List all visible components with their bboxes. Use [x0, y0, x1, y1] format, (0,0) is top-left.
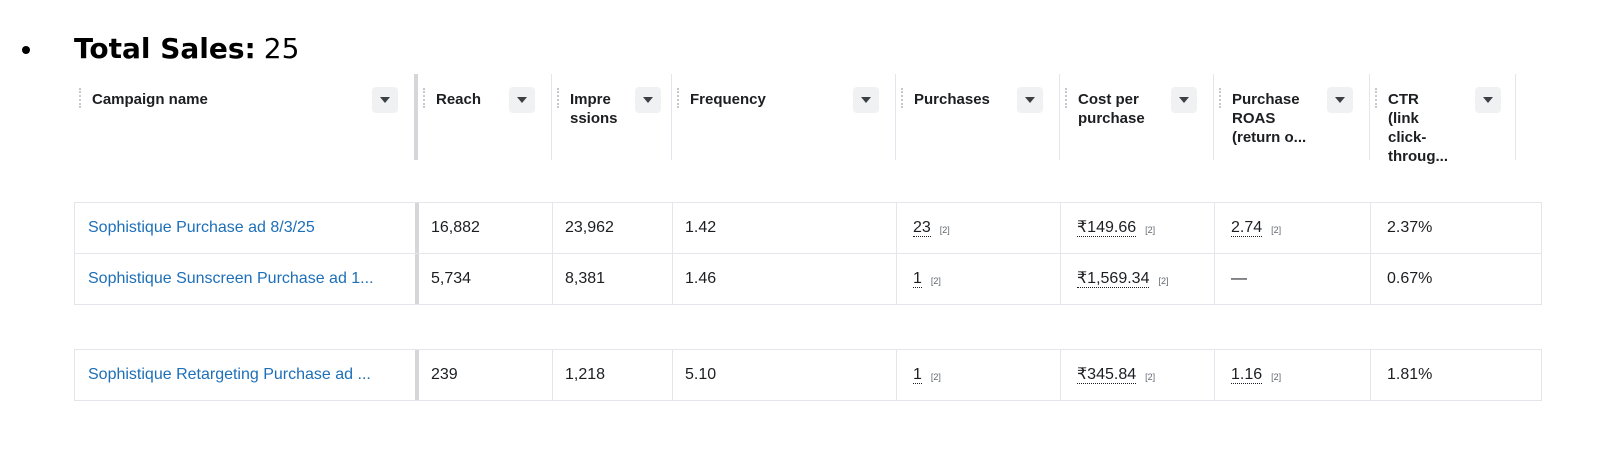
- reach-cell: 239: [419, 350, 553, 400]
- footnote-marker: [2]: [1271, 371, 1282, 382]
- footnote-marker: [2]: [930, 371, 941, 382]
- caret-down-icon: [861, 97, 871, 103]
- caret-down-icon: [517, 97, 527, 103]
- frequency-cell: 1.42: [673, 203, 897, 253]
- campaign-name-cell: Sophistique Retargeting Purchase ad ...: [75, 350, 419, 400]
- reach-cell: 5,734: [419, 254, 553, 304]
- column-header-cost-per-purchase[interactable]: Cost per purchase: [1060, 74, 1214, 160]
- campaign-table: Campaign name Reach Impre ssions Frequen…: [74, 74, 1542, 401]
- frequency-cell: 5.10: [673, 350, 897, 400]
- column-header-ctr[interactable]: CTR (link click- throug...: [1370, 74, 1516, 165]
- column-header-campaign-name[interactable]: Campaign name: [74, 74, 418, 160]
- caret-down-icon: [643, 97, 653, 103]
- purchase-roas-cell: 1.16 [2]: [1215, 350, 1371, 400]
- column-drag-handle-icon[interactable]: [557, 88, 561, 108]
- table-header: Campaign name Reach Impre ssions Frequen…: [74, 74, 1542, 165]
- cost-per-purchase-value[interactable]: ₹345.84: [1077, 366, 1137, 384]
- sort-dropdown-button[interactable]: [853, 87, 879, 113]
- sort-dropdown-button[interactable]: [1475, 87, 1501, 113]
- table-row: Sophistique Purchase ad 8/3/25 16,882 23…: [75, 203, 1541, 253]
- purchases-cell: 1 [2]: [897, 350, 1061, 400]
- frequency-cell: 1.46: [673, 254, 897, 304]
- campaign-name-link[interactable]: Sophistique Sunscreen Purchase ad 1...: [88, 270, 374, 288]
- sort-dropdown-button[interactable]: [1017, 87, 1043, 113]
- cost-per-purchase-value[interactable]: ₹149.66: [1077, 219, 1137, 237]
- column-header-label: CTR (link click- throug...: [1388, 91, 1448, 165]
- total-sales-value: 25: [263, 32, 300, 65]
- caret-down-icon: [1335, 97, 1345, 103]
- purchases-cell: 1 [2]: [897, 254, 1061, 304]
- footnote-marker: [2]: [939, 224, 950, 235]
- campaign-group: Sophistique Purchase ad 8/3/25 16,882 23…: [74, 202, 1542, 305]
- total-sales-label: Total Sales:: [74, 32, 256, 65]
- ctr-cell: 1.81%: [1387, 366, 1433, 383]
- sort-dropdown-button[interactable]: [635, 87, 661, 113]
- purchase-roas-value[interactable]: 1.16: [1231, 366, 1263, 384]
- impressions-cell: 23,962: [553, 203, 673, 253]
- column-drag-handle-icon[interactable]: [79, 88, 83, 108]
- sort-dropdown-button[interactable]: [1327, 87, 1353, 113]
- campaign-name-link[interactable]: Sophistique Retargeting Purchase ad ...: [88, 366, 371, 384]
- footnote-marker: [2]: [1145, 371, 1156, 382]
- caret-down-icon: [380, 97, 390, 103]
- sort-dropdown-button[interactable]: [509, 87, 535, 113]
- impressions-cell: 8,381: [553, 254, 673, 304]
- total-sales-summary: Total Sales: 25: [22, 32, 299, 65]
- bullet-icon: [22, 45, 30, 54]
- cost-per-purchase-cell: ₹345.84 [2]: [1061, 350, 1215, 400]
- sort-dropdown-button[interactable]: [1171, 87, 1197, 113]
- column-header-label: Campaign name: [92, 91, 208, 108]
- column-header-impressions[interactable]: Impre ssions: [552, 74, 672, 160]
- column-header-reach[interactable]: Reach: [418, 74, 552, 160]
- reach-cell: 16,882: [419, 203, 553, 253]
- caret-down-icon: [1025, 97, 1035, 103]
- caret-down-icon: [1483, 97, 1493, 103]
- column-header-purchases[interactable]: Purchases: [896, 74, 1060, 160]
- column-drag-handle-icon[interactable]: [677, 88, 681, 108]
- column-drag-handle-icon[interactable]: [423, 88, 427, 108]
- cost-per-purchase-cell: ₹1,569.34 [2]: [1061, 254, 1215, 304]
- column-header-label: Purchase ROAS (return o...: [1232, 91, 1307, 146]
- table-row: Sophistique Sunscreen Purchase ad 1... 5…: [75, 253, 1541, 304]
- ctr-cell: 2.37%: [1387, 219, 1433, 236]
- purchase-roas-cell: 2.74 [2]: [1215, 203, 1371, 253]
- column-header-purchase-roas[interactable]: Purchase ROAS (return o...: [1214, 74, 1370, 160]
- campaign-name-cell: Sophistique Sunscreen Purchase ad 1...: [75, 254, 419, 304]
- campaign-group: Sophistique Retargeting Purchase ad ... …: [74, 349, 1542, 401]
- purchases-value[interactable]: 23: [913, 219, 931, 237]
- column-drag-handle-icon[interactable]: [1219, 88, 1223, 108]
- impressions-cell: 1,218: [553, 350, 673, 400]
- ctr-cell: 0.67%: [1387, 270, 1433, 287]
- purchases-cell: 23 [2]: [897, 203, 1061, 253]
- footnote-marker: [2]: [1145, 224, 1156, 235]
- footnote-marker: [2]: [1271, 224, 1282, 235]
- footnote-marker: [2]: [1158, 275, 1169, 286]
- column-header-label: Cost per purchase: [1078, 91, 1145, 127]
- cost-per-purchase-value[interactable]: ₹1,569.34: [1077, 270, 1150, 288]
- cost-per-purchase-cell: ₹149.66 [2]: [1061, 203, 1215, 253]
- campaign-name-cell: Sophistique Purchase ad 8/3/25: [75, 203, 419, 253]
- purchase-roas-cell: —: [1215, 254, 1371, 304]
- footnote-marker: [2]: [930, 275, 941, 286]
- column-drag-handle-icon[interactable]: [1065, 88, 1069, 108]
- table-row: Sophistique Retargeting Purchase ad ... …: [75, 350, 1541, 400]
- column-drag-handle-icon[interactable]: [901, 88, 905, 108]
- column-drag-handle-icon[interactable]: [1375, 88, 1379, 108]
- campaign-name-link[interactable]: Sophistique Purchase ad 8/3/25: [88, 219, 315, 237]
- purchases-value[interactable]: 1: [913, 366, 922, 384]
- column-header-label: Impre ssions: [570, 91, 618, 127]
- column-header-frequency[interactable]: Frequency: [672, 74, 896, 160]
- caret-down-icon: [1179, 97, 1189, 103]
- sort-dropdown-button[interactable]: [372, 87, 398, 113]
- purchases-value[interactable]: 1: [913, 270, 922, 288]
- purchase-roas-value[interactable]: 2.74: [1231, 219, 1263, 237]
